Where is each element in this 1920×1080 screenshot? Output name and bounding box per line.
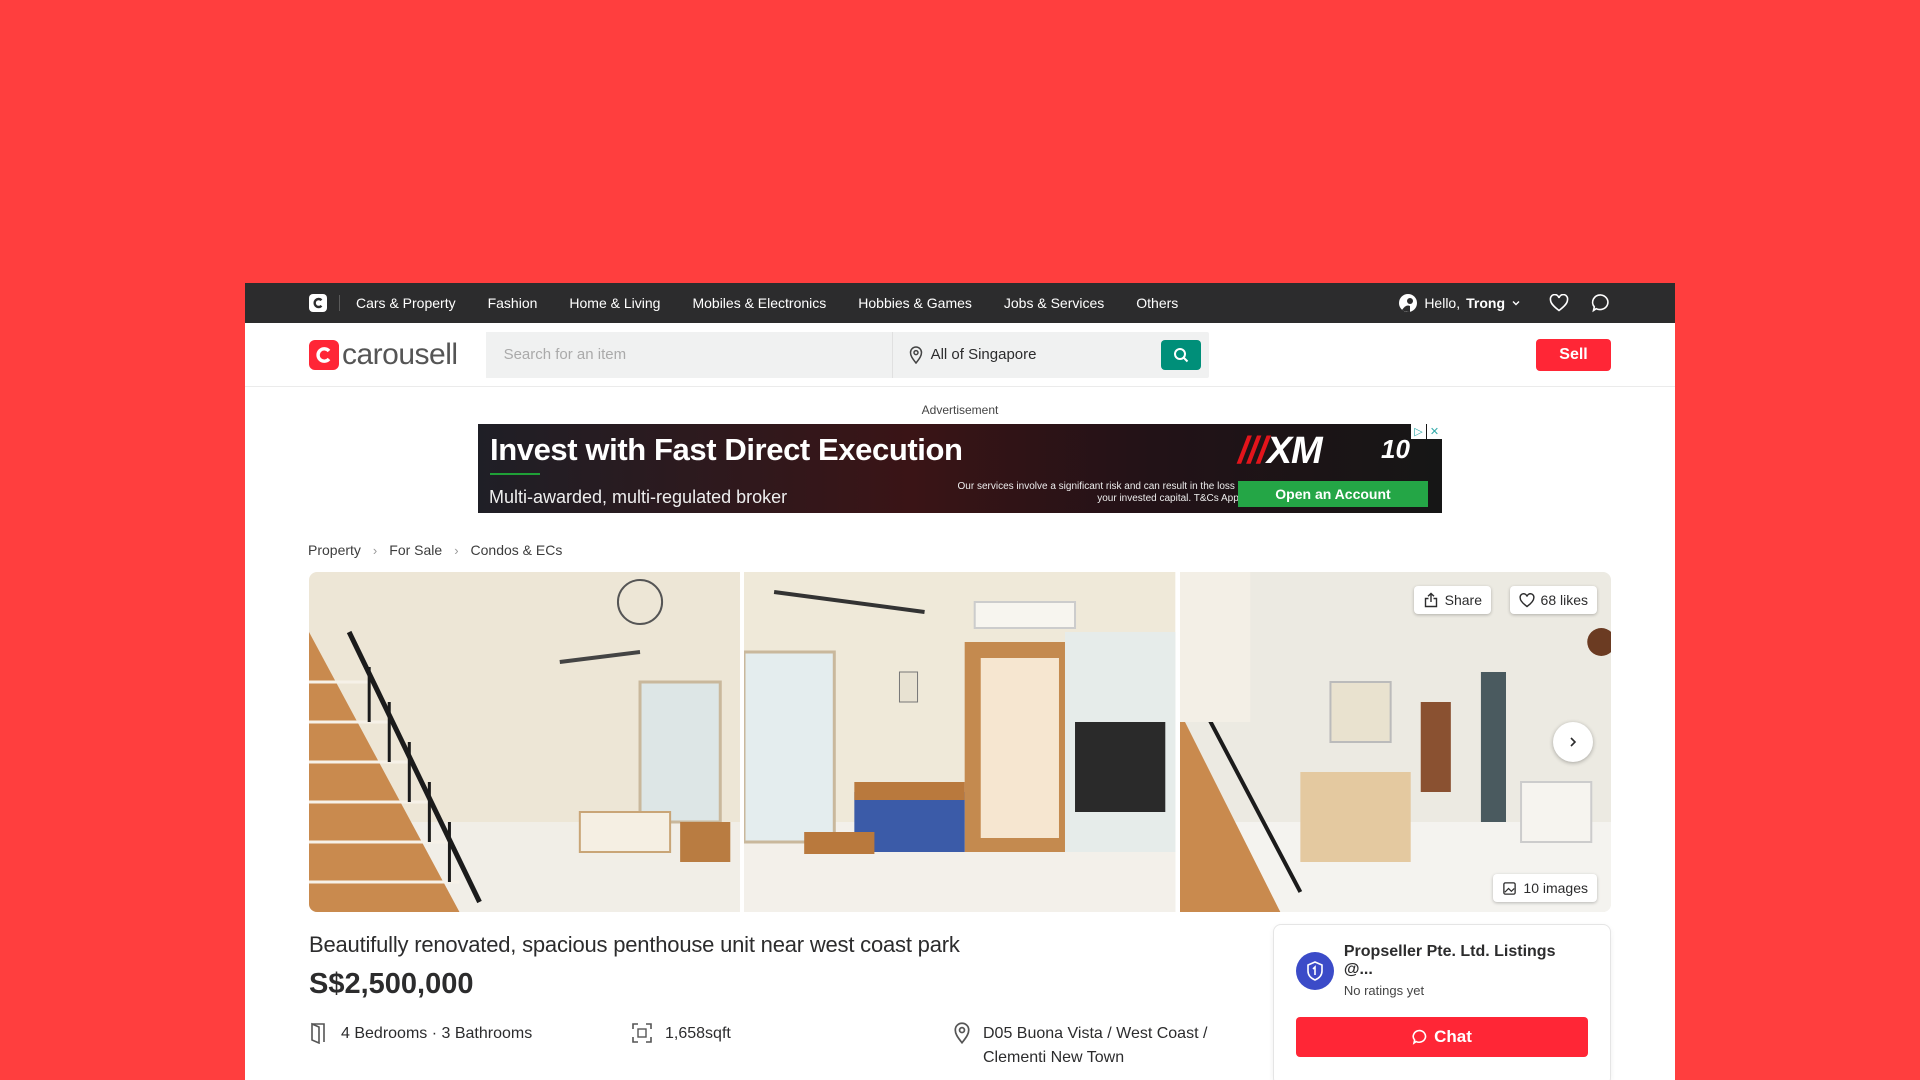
browser-page: Cars & Property Fashion Home & Living Mo… [245,283,1675,1080]
chevron-right-icon [1570,737,1577,747]
rooms-spec: 4 Bedrooms · 3 Bathrooms [309,1022,631,1070]
area-spec: 1,658sqft [631,1022,953,1070]
greeting-text: Hello, [1424,295,1461,311]
photo-gallery: Share 68 likes 10 images [309,572,1611,912]
seller-avatar-icon [1296,951,1334,990]
username: Trong [1466,295,1505,311]
ad-divider [490,473,540,475]
nav-cars-property[interactable]: Cars & Property [356,295,456,311]
breadcrumb-property[interactable]: Property [308,542,361,558]
seller-info[interactable]: Propseller Pte. Ltd. Listings @... No ra… [1274,925,1610,998]
adchoices-icon[interactable]: ▷ ✕ [1410,424,1442,439]
nav-hobbies-games[interactable]: Hobbies & Games [858,295,972,311]
search-input[interactable] [485,331,892,378]
gallery-next-button[interactable] [1553,722,1593,762]
location-pin-icon [909,345,922,364]
listing-photo-2[interactable] [744,572,1176,912]
chevron-right-icon: › [372,542,378,558]
ad-headline: Invest with Fast Direct Execution [490,432,963,467]
location-spec: D05 Buona Vista / West Coast / Clementi N… [953,1022,1207,1070]
sell-button[interactable]: Sell [1536,338,1611,371]
ad-brand-logo: ///XM [1238,430,1323,472]
nav-jobs-services[interactable]: Jobs & Services [1004,295,1104,311]
carousell-logo[interactable]: carousell [309,338,458,372]
share-label: Share [1444,592,1482,608]
listing-details: Beautifully renovated, spacious penthous… [309,924,1611,1080]
user-menu[interactable]: Hello, Trong [1398,293,1521,313]
search-button[interactable] [1160,339,1201,370]
image-count-label: 10 images [1523,880,1588,896]
ad-risk-warning: Our services involve a significant risk … [957,481,1246,504]
share-icon [1424,592,1437,608]
image-icon [1503,881,1517,895]
carousell-mark-icon [309,339,339,370]
chat-label: Chat [1434,1027,1472,1046]
nav-others[interactable]: Others [1136,295,1178,311]
user-avatar-icon [1399,294,1418,312]
chevron-down-icon [1512,301,1520,306]
floor-area: 1,658sqft [665,1025,731,1042]
anniversary-badge-icon: 10 [1381,434,1410,464]
chat-bubble-icon[interactable] [1591,293,1611,313]
image-count-button[interactable]: 10 images [1493,874,1597,902]
breadcrumb: Property › For Sale › Condos & ECs [308,542,1675,558]
breadcrumb-for-sale[interactable]: For Sale [389,542,442,558]
main-header: carousell All of Singapore Sell [245,323,1675,387]
listing-photo-3[interactable] [1179,572,1611,912]
chat-bubble-icon [1412,1029,1427,1045]
ad-subline: Multi-awarded, multi-regulated broker [489,487,788,507]
carousell-small-logo-icon[interactable] [309,294,327,312]
chevron-right-icon: › [454,542,459,558]
floor-area-icon [632,1023,652,1043]
like-button[interactable]: 68 likes [1509,586,1597,614]
bathrooms: 3 Bathrooms [441,1025,533,1042]
location-line-1: D05 Buona Vista / West Coast / [983,1025,1208,1042]
search-icon [1173,347,1188,362]
listing-photo-1[interactable] [309,572,741,912]
advertisement-banner[interactable]: Invest with Fast Direct Execution Multi-… [478,424,1442,513]
seller-card: Propseller Pte. Ltd. Listings @... No ra… [1273,924,1611,1080]
likes-count: 68 likes [1540,592,1588,608]
location-selector[interactable]: All of Singapore [891,331,1209,378]
brand-wordmark: carousell [342,337,458,371]
nav-divider [339,295,340,311]
nav-mobiles-electronics[interactable]: Mobiles & Electronics [692,295,826,311]
chat-button[interactable]: Chat [1296,1017,1588,1057]
location-pin-icon [954,1022,970,1044]
breadcrumb-condos-ecs[interactable]: Condos & ECs [471,542,563,558]
location-line-2: Clementi New Town [983,1049,1125,1066]
nav-home-living[interactable]: Home & Living [569,295,660,311]
seller-name[interactable]: Propseller Pte. Ltd. Listings @... [1344,943,1588,979]
door-icon [311,1022,325,1044]
ad-label: Advertisement [921,403,999,417]
nav-fashion[interactable]: Fashion [488,295,538,311]
share-button[interactable]: Share [1413,586,1491,614]
bedrooms: 4 Bedrooms [341,1025,428,1042]
likes-heart-icon[interactable] [1549,294,1569,312]
top-nav: Cars & Property Fashion Home & Living Mo… [245,283,1675,323]
listing-specs: 4 Bedrooms · 3 Bathrooms 1,658sqft D05 B… [309,1022,1229,1070]
heart-icon [1518,592,1535,607]
ad-open-account-button[interactable]: Open an Account [1238,481,1428,507]
seller-rating: No ratings yet [1343,983,1425,998]
location-text: All of Singapore [930,346,1037,363]
search-bar: All of Singapore [485,331,1209,378]
